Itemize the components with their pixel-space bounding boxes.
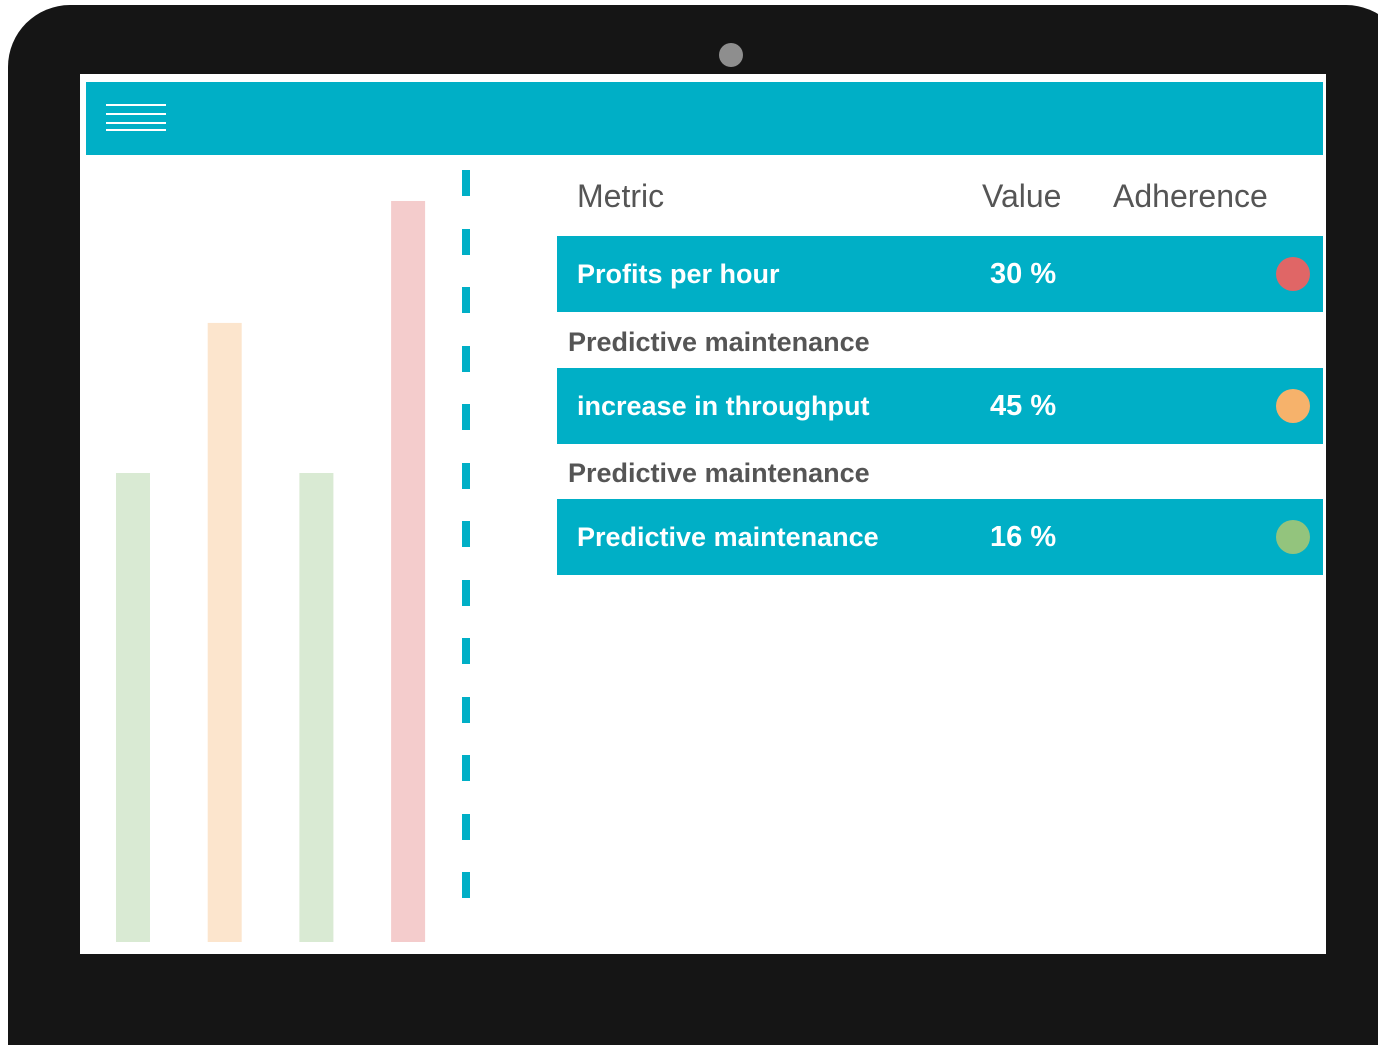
- metric-value: 30 %: [990, 258, 1057, 290]
- chart-bar: [299, 473, 334, 942]
- column-header-metric: Metric: [577, 178, 665, 214]
- chart-bar: [116, 473, 150, 942]
- column-header-adherence: Adherence: [1113, 178, 1268, 214]
- divider-dash: [462, 872, 470, 898]
- divider-dash: [462, 170, 470, 196]
- divider-dash: [462, 696, 470, 723]
- dashed-divider: [462, 170, 470, 930]
- divider-dash: [462, 345, 470, 372]
- metric-row[interactable]: Predictive maintenance 16 %: [557, 499, 1323, 575]
- metric-value: 45 %: [990, 390, 1057, 422]
- camera-icon: [719, 43, 743, 67]
- divider-dash: [462, 521, 470, 547]
- screen: Metric Value Adherence Profits per hour …: [80, 74, 1326, 954]
- metric-label: increase in throughput: [577, 391, 870, 421]
- divider-dash: [462, 579, 470, 606]
- metric-label: Profits per hour: [577, 259, 780, 289]
- metric-value: 16 %: [990, 521, 1057, 553]
- chart-bar: [207, 322, 242, 942]
- adherence-status-dot: [1276, 520, 1310, 554]
- metric-row[interactable]: increase in throughput 45 %: [557, 368, 1323, 444]
- divider-dash: [462, 755, 470, 781]
- column-header-value: Value: [982, 178, 1062, 214]
- metric-row[interactable]: Profits per hour 30 %: [557, 236, 1323, 312]
- divider-dash: [462, 462, 470, 489]
- divider-dash: [462, 404, 470, 430]
- divider-dash: [462, 228, 470, 255]
- adherence-status-dot: [1276, 389, 1310, 423]
- section-label: Predictive maintenance: [568, 458, 870, 488]
- adherence-status-dot: [1276, 257, 1310, 291]
- metric-label: Predictive maintenance: [577, 522, 879, 552]
- divider-dash: [462, 813, 470, 840]
- bar-chart: [116, 200, 426, 943]
- section-label: Predictive maintenance: [568, 327, 870, 357]
- divider-dash: [462, 638, 470, 664]
- divider-dash: [462, 287, 470, 313]
- hamburger-menu-icon[interactable]: [106, 102, 166, 131]
- chart-bar: [391, 200, 426, 943]
- top-app-bar: [86, 82, 1323, 155]
